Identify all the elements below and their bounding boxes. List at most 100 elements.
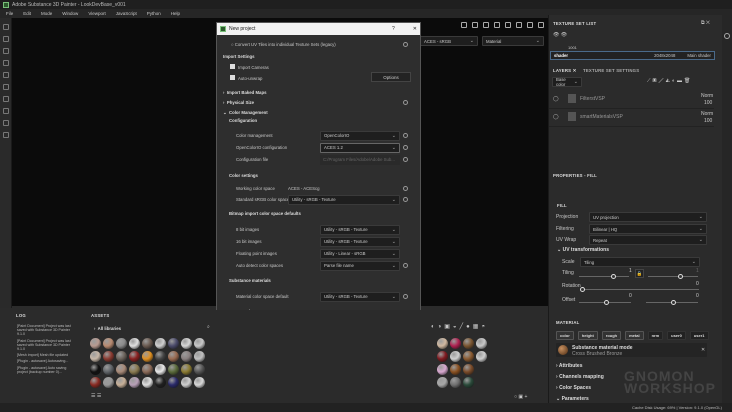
menu-window[interactable]: Window — [62, 11, 78, 16]
material-asset[interactable] — [142, 351, 153, 362]
polygon-fill-icon[interactable] — [3, 60, 9, 66]
menu-edit[interactable]: Edit — [23, 11, 31, 16]
material-asset[interactable] — [194, 338, 205, 349]
material-asset[interactable] — [90, 338, 101, 349]
info-icon[interactable] — [403, 186, 408, 191]
eraser-tool-icon[interactable] — [3, 36, 9, 42]
camera-icon[interactable] — [505, 22, 511, 28]
material-asset[interactable] — [437, 338, 448, 349]
offset-slider-handle[interactable] — [604, 300, 609, 305]
material-asset[interactable] — [90, 377, 101, 388]
material-asset[interactable] — [103, 351, 114, 362]
eye-icon[interactable]: ◯ — [553, 96, 559, 102]
settings-icon[interactable] — [724, 33, 730, 39]
channels-mapping-section[interactable]: › Channels mapping — [556, 374, 604, 380]
info-icon[interactable] — [403, 157, 408, 162]
channel-tag-metal[interactable]: metal — [625, 331, 644, 340]
material-asset[interactable] — [463, 338, 474, 349]
symmetry-icon[interactable] — [461, 22, 467, 28]
paint-mode-icon[interactable] — [527, 22, 533, 28]
material-asset[interactable] — [129, 351, 140, 362]
physical-size-section[interactable]: › Physical Size — [223, 100, 254, 105]
b8-select[interactable]: Utility - sRGB - Texture — [320, 224, 400, 235]
material-asset[interactable] — [194, 351, 205, 362]
material-asset[interactable] — [168, 338, 179, 349]
projection-tool-icon[interactable] — [3, 48, 9, 54]
layer-row[interactable]: ◯ smartMaterialsVSP Norm 100 — [549, 109, 714, 127]
channel-tag-user0[interactable]: user0 — [667, 331, 686, 340]
menu-viewport[interactable]: Viewport — [88, 11, 105, 16]
attributes-section[interactable]: › Attributes — [556, 363, 583, 369]
export-icon[interactable] — [3, 120, 9, 126]
channel-select[interactable]: Base color — [552, 77, 582, 87]
rotation-value[interactable]: 0 — [696, 281, 699, 287]
material-asset[interactable] — [181, 377, 192, 388]
options-button[interactable]: Options — [371, 72, 411, 82]
material-asset[interactable] — [194, 377, 205, 388]
convert-uv-radio[interactable]: ○ Convert UV Tiles into individual Textu… — [231, 42, 336, 47]
scale-select[interactable]: Tiling — [580, 257, 700, 267]
info-icon[interactable] — [403, 197, 408, 202]
asset-bottom-icons[interactable]: ○ ▣ + — [514, 394, 527, 400]
tiling-value-2[interactable]: 1 — [696, 268, 699, 274]
menu-python[interactable]: Python — [147, 11, 161, 16]
screenshot-icon[interactable] — [538, 22, 544, 28]
color-spaces-section[interactable]: › Color Spaces — [556, 385, 591, 391]
auto-unwrap-checkbox[interactable]: Auto-unwrap — [230, 74, 262, 81]
std-srgb-select[interactable]: Utility - sRGB - Texture — [288, 194, 400, 205]
offset-slider-2-handle[interactable] — [671, 300, 676, 305]
material-asset[interactable] — [155, 377, 166, 388]
material-asset[interactable] — [142, 364, 153, 375]
material-asset[interactable] — [450, 364, 461, 375]
material-asset[interactable] — [437, 377, 448, 388]
paint-tool-icon[interactable] — [3, 24, 9, 30]
rotation-slider-handle[interactable] — [580, 287, 585, 292]
channel-tag-user1[interactable]: user1 — [689, 331, 709, 340]
config-file-field[interactable]: C:/Program Files/Adobe/Adobe Sub... — [320, 154, 400, 165]
environment-icon[interactable] — [494, 22, 500, 28]
import-baked-maps-section[interactable]: › Import Baked Maps — [223, 90, 266, 95]
material-asset[interactable] — [463, 351, 474, 362]
material-asset[interactable] — [463, 377, 474, 388]
tiling-slider-handle[interactable] — [611, 274, 616, 279]
info-icon[interactable] — [403, 263, 408, 268]
info-icon[interactable] — [403, 42, 408, 47]
material-asset[interactable] — [142, 377, 153, 388]
texture-set-row[interactable]: shader 2048x2048 Main shader — [550, 51, 715, 60]
material-asset[interactable] — [476, 338, 487, 349]
close-button[interactable]: ✕ — [413, 26, 417, 32]
smudge-tool-icon[interactable] — [3, 72, 9, 78]
menu-help[interactable]: Help — [171, 11, 180, 16]
channel-tag-color[interactable]: color — [556, 331, 574, 340]
color-management-select[interactable]: OpenColorIO — [320, 130, 400, 141]
tiling-slider-2-handle[interactable] — [678, 274, 683, 279]
display-mode-select[interactable]: Material — [482, 36, 544, 46]
layer-blend[interactable]: Norm — [701, 93, 713, 99]
color-space-select[interactable]: ACES - sRGB — [420, 36, 478, 46]
material-asset[interactable] — [129, 364, 140, 375]
share-icon[interactable] — [3, 132, 9, 138]
menu-javascript[interactable]: JavaScript — [116, 11, 137, 16]
clone-tool-icon[interactable] — [3, 84, 9, 90]
uvwrap-select[interactable]: Repeat — [589, 235, 707, 245]
menu-file[interactable]: File — [6, 11, 13, 16]
material-asset[interactable] — [194, 364, 205, 375]
menu-mode[interactable]: Mode — [41, 11, 52, 16]
pause-icon[interactable] — [472, 22, 478, 28]
material-asset[interactable] — [450, 377, 461, 388]
layer-opacity[interactable]: 100 — [704, 100, 712, 106]
layer-blend[interactable]: Norm — [701, 111, 713, 117]
material-asset[interactable] — [463, 364, 474, 375]
material-asset[interactable] — [155, 338, 166, 349]
material-asset[interactable] — [116, 377, 127, 388]
offset-value-2[interactable]: 0 — [696, 293, 699, 299]
material-asset[interactable] — [155, 364, 166, 375]
eye-icon[interactable]: ◯ — [553, 114, 559, 120]
material-asset[interactable] — [103, 338, 114, 349]
asset-filter-icons[interactable]: ◐◑▣◒╱●▦◓ — [431, 323, 488, 330]
channel-tag-rough[interactable]: rough — [601, 331, 622, 340]
uv-transformations-section[interactable]: ⌄ UV transformations — [557, 247, 609, 253]
info-icon[interactable] — [403, 294, 408, 299]
b16-select[interactable]: Utility - sRGB - Texture — [320, 236, 400, 247]
material-asset[interactable] — [181, 364, 192, 375]
